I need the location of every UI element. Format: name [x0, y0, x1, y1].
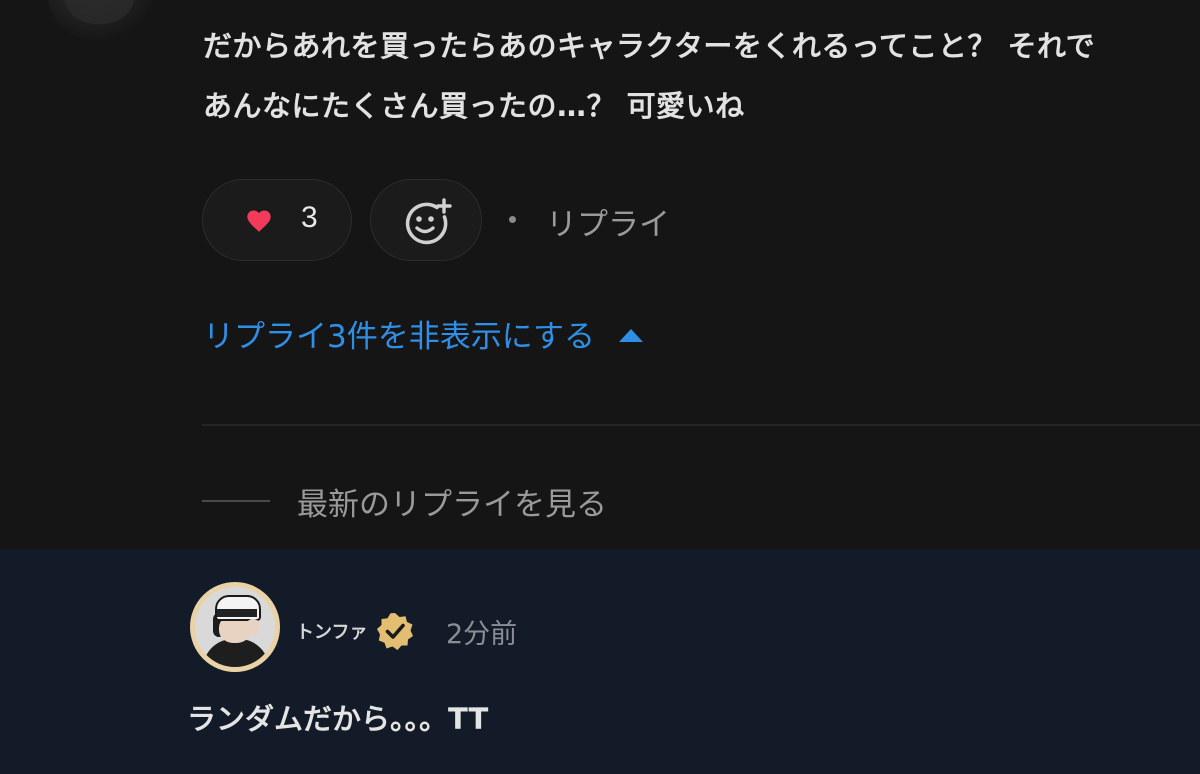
divider [202, 424, 1200, 426]
comment-thread: だからあれを買ったらあのキャラクターをくれるってこと？ それで あんなにたくさん… [0, 0, 1200, 549]
comment-body: だからあれを買ったらあのキャラクターをくれるってこと？ それで あんなにたくさん… [203, 16, 1163, 136]
chevron-up-icon [619, 329, 644, 342]
avatar-hand [247, 619, 259, 635]
like-button[interactable]: 3 [202, 179, 352, 261]
commenter-avatar[interactable] [46, 0, 154, 42]
verified-badge-icon [377, 613, 413, 650]
like-count: 3 [301, 201, 318, 234]
reply-item: トンファ 2分前 ランダムだから。。。TT [0, 549, 1200, 774]
reply-timestamp: 2分前 [446, 619, 518, 650]
comment-line-1: だからあれを買ったらあのキャラクターをくれるってこと？ それで [203, 29, 1096, 63]
reply-button[interactable]: リプライ [546, 199, 670, 244]
avatar-hat-band [217, 609, 257, 617]
reply-username[interactable]: トンファ [296, 618, 367, 644]
heart-icon [247, 210, 271, 232]
separator-dot [509, 216, 516, 223]
comment-line-2: あんなにたくさん買ったの…？ 可愛いね [203, 89, 745, 123]
avatar-hat [215, 595, 261, 621]
add-reaction-button[interactable] [370, 179, 482, 261]
latest-replies-line [202, 500, 270, 502]
hide-replies-toggle[interactable]: リプライ3件を非表示にする [203, 311, 644, 356]
reply-avatar[interactable] [190, 582, 280, 672]
reply-body: ランダムだから。。。TT [187, 702, 489, 736]
avatar-body [203, 639, 269, 667]
avatar-image [64, 0, 134, 24]
view-latest-replies-button[interactable]: 最新のリプライを見る [297, 479, 607, 524]
hide-replies-label: リプライ3件を非表示にする [203, 319, 596, 355]
add-reaction-icon [405, 198, 452, 245]
